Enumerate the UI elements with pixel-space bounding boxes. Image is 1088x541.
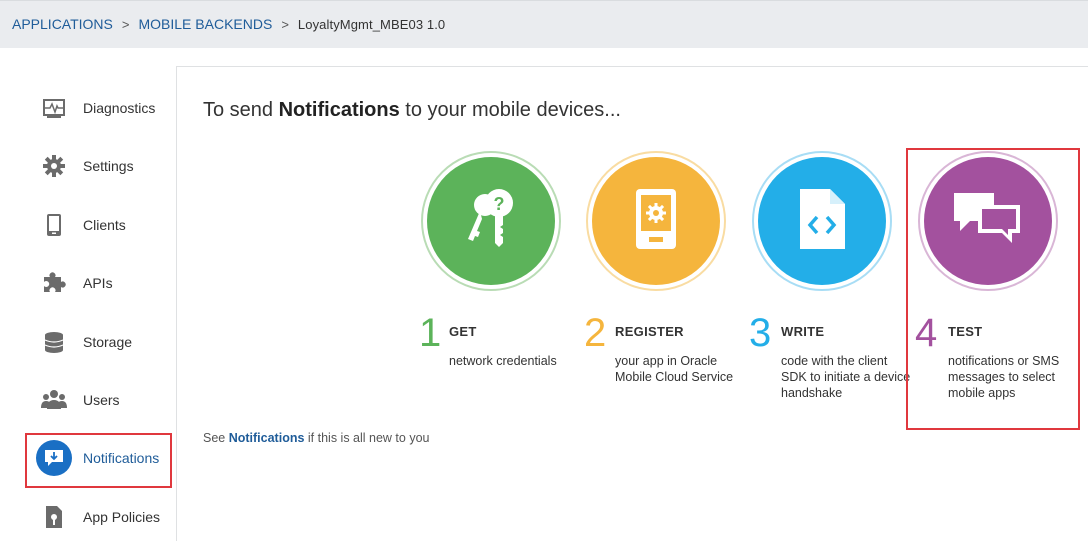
hint-suffix: if this is all new to you [304, 431, 430, 445]
step-description: your app in Oracle Mobile Cloud Service [615, 354, 734, 384]
sidebar-item-users[interactable]: Users [36, 380, 120, 420]
step-circle [918, 151, 1058, 291]
top-bar: APPLICATIONS > MOBILE BACKENDS > Loyalty… [0, 0, 1088, 48]
see-notifications-hint: See Notifications if this is all new to … [203, 431, 429, 445]
sidebar-item-app-policies[interactable]: App Policies [36, 497, 160, 537]
phone-icon [36, 207, 72, 243]
chat-bubbles-icon [952, 189, 1024, 254]
step-title: REGISTER [615, 324, 684, 339]
puzzle-icon [36, 265, 72, 301]
keys-icon: ? [455, 183, 527, 260]
title-bold: Notifications [278, 99, 400, 121]
sidebar-item-label: Settings [83, 158, 134, 174]
sidebar-item-clients[interactable]: Clients [36, 205, 126, 245]
breadcrumb-separator: > [281, 16, 289, 32]
step-title: WRITE [781, 324, 825, 339]
step-number: 1 [419, 311, 442, 355]
step-title: TEST [948, 324, 983, 339]
step-circle [586, 151, 726, 291]
step-circle [752, 151, 892, 291]
sidebar-item-notifications[interactable]: Notifications [36, 438, 159, 478]
sidebar-item-settings[interactable]: Settings [36, 146, 134, 186]
step-description: network credentials [449, 354, 557, 368]
breadcrumb-separator: > [121, 16, 130, 32]
gear-icon [36, 148, 72, 184]
step-number: 4 [915, 311, 938, 355]
sidebar-item-label: Clients [83, 217, 126, 233]
notifications-link[interactable]: Notifications [229, 431, 305, 445]
step-description: code with the client SDK to initiate a d… [781, 354, 911, 400]
users-icon [36, 382, 72, 418]
step-description: notifications or SMS messages to select … [948, 354, 1060, 400]
page-title: To send Notifications to your mobile dev… [203, 99, 621, 122]
breadcrumb-mobile-backends-link[interactable]: MOBILE BACKENDS [138, 16, 272, 32]
diagnostics-icon [36, 90, 72, 126]
step-circle: ? [421, 151, 561, 291]
svg-text:?: ? [494, 194, 505, 214]
sidebar-item-label: Storage [83, 334, 133, 350]
title-suffix: to your mobile devices... [399, 99, 621, 121]
sidebar-item-label: APIs [83, 275, 113, 291]
sidebar-item-apis[interactable]: APIs [36, 263, 113, 303]
notifications-icon [36, 440, 72, 476]
hint-prefix: See [203, 431, 229, 445]
code-file-icon [797, 187, 847, 256]
sidebar-item-diagnostics[interactable]: Diagnostics [36, 88, 155, 128]
sidebar-item-label: App Policies [83, 509, 161, 525]
sidebar-item-storage[interactable]: Storage [36, 322, 132, 362]
breadcrumb-applications-link[interactable]: APPLICATIONS [12, 16, 113, 32]
breadcrumb-current: LoyaltyMgmt_MBE03 1.0 [297, 16, 446, 32]
step-number: 2 [584, 311, 607, 355]
title-prefix: To send [203, 99, 279, 121]
step-number: 3 [749, 311, 772, 355]
breadcrumb: APPLICATIONS > MOBILE BACKENDS > Loyalty… [12, 16, 445, 32]
database-icon [36, 324, 72, 360]
sidebar-item-label: Diagnostics [83, 100, 156, 116]
sidebar-item-label: Users [83, 392, 120, 408]
phone-gear-icon [634, 187, 678, 256]
step-title: GET [449, 324, 477, 339]
sidebar-item-label: Notifications [83, 450, 160, 466]
main-panel [176, 66, 1088, 541]
policy-icon [36, 499, 72, 535]
